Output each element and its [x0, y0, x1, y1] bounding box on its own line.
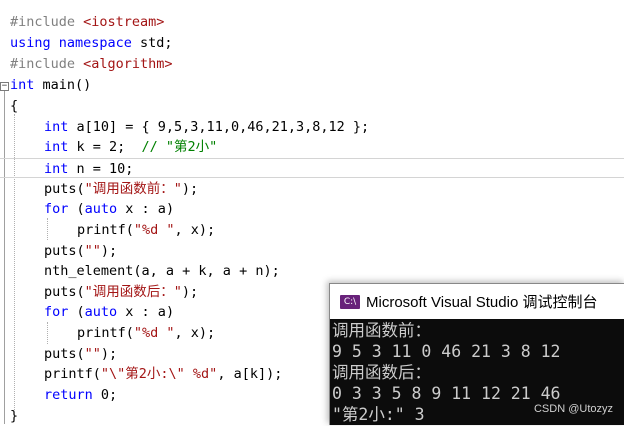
console-app-icon: C:\ [340, 294, 360, 309]
code-token: #include [10, 56, 84, 72]
code-token: for [44, 201, 69, 217]
code-token: for [44, 304, 69, 320]
console-output-line: 9 5 3 11 0 46 21 3 8 12 [332, 342, 561, 361]
code-token: int [10, 77, 35, 93]
code-token: x : a) [117, 304, 175, 320]
code-token: "\"第2小:\" %d" [100, 366, 218, 382]
code-text: nth_element(a, a + k, a + n); [44, 261, 280, 281]
code-token: printf( [77, 222, 134, 238]
code-token: "" [84, 243, 101, 259]
code-token: ( [68, 304, 85, 320]
console-output-line: "第2小:" 3 [332, 405, 425, 424]
code-token: a[10] = { 9,5,3,11,0,46,21,3,8,12 }; [68, 119, 370, 135]
code-token: <algorithm> [83, 56, 173, 72]
code-token: int [44, 139, 69, 155]
console-output-line: 调用函数前： [332, 321, 431, 340]
code-text: { [10, 96, 18, 116]
console-title: Microsoft Visual Studio 调试控制台 [366, 294, 598, 311]
outline-bar [4, 90, 5, 424]
code-text: } [10, 406, 18, 426]
code-token: puts( [44, 284, 85, 300]
code-token: , x); [174, 325, 216, 341]
code-token: std; [131, 35, 173, 51]
code-token: ); [181, 284, 199, 300]
console-output-line: 0 3 3 5 8 9 11 12 21 46 [332, 384, 561, 403]
code-token: auto [84, 201, 118, 217]
code-token: "" [84, 346, 101, 362]
code-token: n = 10; [68, 161, 134, 177]
code-text: return 0; [44, 385, 117, 405]
collapse-main-icon[interactable]: − [0, 82, 9, 91]
code-token: main() [34, 77, 92, 93]
code-text: int k = 2; // "第2小" [44, 137, 217, 157]
code-token: using namespace [10, 35, 132, 51]
code-text: puts(""); [44, 344, 117, 364]
code-token: { [10, 98, 19, 114]
code-token: } [10, 408, 19, 424]
code-token: ); [100, 346, 118, 362]
code-token: nth_element(a, a + k, a + n); [44, 263, 280, 279]
code-token: <iostream> [83, 14, 165, 30]
code-token: printf( [77, 325, 134, 341]
console-output-line: 调用函数后： [332, 363, 431, 382]
code-token: puts( [44, 243, 85, 259]
code-token: k = 2; [68, 139, 142, 155]
code-token: 0; [92, 387, 118, 403]
code-token: puts( [44, 181, 85, 197]
code-text: puts(""); [44, 241, 117, 261]
code-text: using namespace std; [10, 33, 173, 53]
code-text: puts("调用函数后："); [44, 282, 198, 302]
code-token: , a[k]); [217, 366, 283, 382]
code-token: x : a) [117, 201, 175, 217]
code-token: int [44, 119, 69, 135]
code-token: int [44, 161, 69, 177]
code-token: "%d " [133, 222, 175, 238]
code-text: int a[10] = { 9,5,3,11,0,46,21,3,8,12 }; [44, 117, 369, 137]
code-text: printf("%d ", x); [77, 220, 215, 240]
code-token: ); [181, 181, 199, 197]
code-token: "%d " [133, 325, 175, 341]
code-text: for (auto x : a) [44, 302, 174, 322]
code-line[interactable]: int n = 10; [0, 158, 624, 178]
code-text: printf("%d ", x); [77, 323, 215, 343]
code-token: return [44, 387, 93, 403]
code-token: printf( [44, 366, 101, 382]
indent-guide-for-2 [47, 322, 48, 344]
code-text: for (auto x : a) [44, 199, 174, 219]
debug-console-window[interactable]: C:\ Microsoft Visual Studio 调试控制台 调用函数前：… [329, 283, 624, 425]
console-titlebar[interactable]: C:\ Microsoft Visual Studio 调试控制台 [330, 284, 624, 319]
code-token: ); [100, 243, 118, 259]
code-token: "调用函数后：" [84, 284, 182, 300]
code-text: int n = 10; [44, 159, 133, 179]
code-token: puts( [44, 346, 85, 362]
code-token: ( [68, 201, 85, 217]
indent-guide-for-1 [47, 218, 48, 240]
code-text: #include <algorithm> [10, 54, 173, 74]
code-token: auto [84, 304, 118, 320]
code-token: // "第2小" [141, 139, 218, 155]
code-text: #include <iostream> [10, 12, 164, 32]
code-token: , x); [174, 222, 216, 238]
code-text: printf("\"第2小:\" %d", a[k]); [44, 364, 282, 384]
watermark: CSDN @Utozyz [533, 403, 613, 415]
code-token: "调用函数前：" [84, 181, 182, 197]
code-text: int main() [10, 75, 91, 95]
code-token: #include [10, 14, 84, 30]
code-text: puts("调用函数前："); [44, 179, 198, 199]
